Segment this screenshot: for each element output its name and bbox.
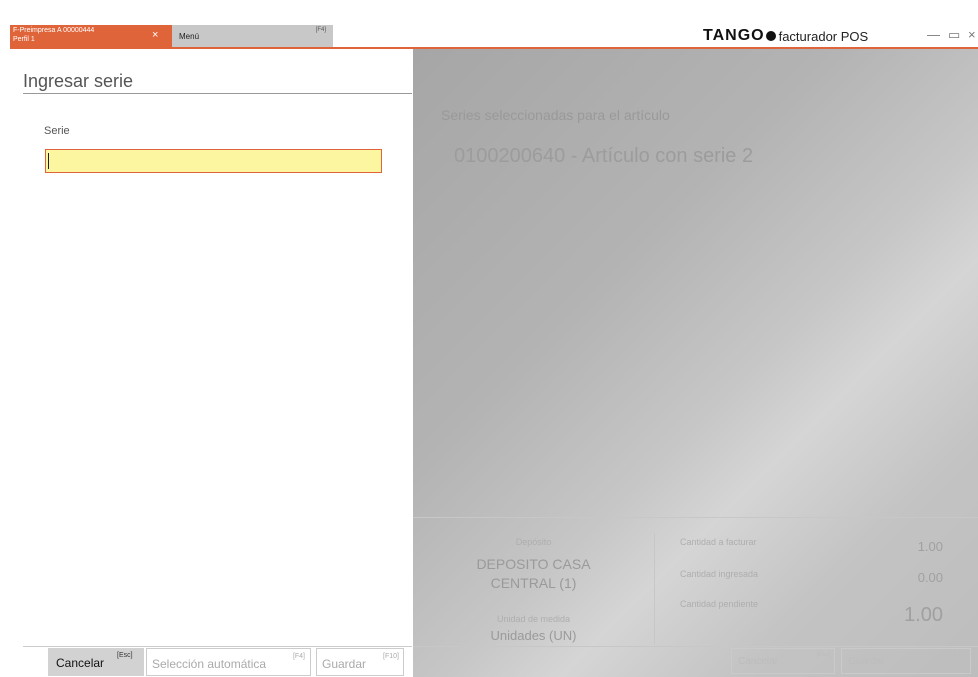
maximize-icon[interactable]: ▭ [948, 28, 960, 42]
unidad-value: Unidades (UN) [490, 628, 577, 643]
selected-series-overlay: Series seleccionadas para el artículo 01… [413, 49, 978, 677]
auto-select-label: Selección automática [152, 657, 267, 671]
serie-entry-panel: Ingresar serie Serie Cancelar [Esc] Sele… [10, 49, 413, 677]
overlay-cancel-label: Cancelar [738, 656, 779, 667]
auto-select-shortcut: [F4] [292, 653, 305, 660]
article-title: 0100200640 - Artículo con serie 2 [454, 145, 754, 167]
cancel-shortcut: [Esc] [117, 652, 133, 659]
tab-menu-label: Menú [179, 32, 200, 41]
overlay-save-shortcut: [F10] [952, 652, 966, 658]
tab-menu[interactable]: Menú [F4] [172, 25, 333, 47]
tango-logo-text: TANGO [703, 27, 765, 44]
cantidad-ingresada-value: 0.00 [917, 570, 943, 585]
deposito-value-line2: CENTRAL (1) [490, 575, 577, 591]
panel-title: Ingresar serie [23, 71, 134, 91]
serie-input[interactable] [45, 149, 382, 173]
serie-label: Serie [44, 125, 70, 137]
save-button[interactable]: Guardar [F10] [316, 648, 404, 676]
cancel-button[interactable]: Cancelar [Esc] [48, 648, 144, 676]
deposito-label: Depósito [515, 537, 552, 547]
tab-invoice-profile: Perfil 1 [13, 36, 35, 43]
cantidad-ingresada-label: Cantidad ingresada [680, 569, 759, 579]
overlay-cancel-button: Cancelar [Esc] [731, 648, 835, 674]
cantidad-facturar-value: 1.00 [917, 539, 943, 554]
summary-divider [654, 533, 655, 645]
footer-divider [23, 646, 412, 647]
product-name: facturador POS [778, 28, 869, 44]
deposito-value-line1: DEPOSITO CASA [476, 556, 591, 572]
auto-select-button[interactable]: Selección automática [F4] [146, 648, 311, 676]
cantidad-pendiente-label: Cantidad pendiente [680, 599, 759, 609]
cancel-button-label: Cancelar [56, 656, 105, 670]
footer-buttons-divider [413, 646, 978, 647]
tab-invoice-title: F-Preimpresa A 00000444 [13, 27, 95, 34]
title-bar: F-Preimpresa A 00000444 Perfil 1 × Menú … [0, 0, 978, 49]
minimize-icon[interactable]: — [927, 28, 940, 42]
section-title: Series seleccionadas para el artículo [441, 107, 670, 123]
overlay-save-label: Guardar [848, 656, 885, 667]
close-window-icon[interactable]: × [968, 28, 976, 42]
tab-invoice[interactable]: F-Preimpresa A 00000444 Perfil 1 × [10, 25, 172, 47]
save-button-label: Guardar [322, 657, 367, 671]
title-divider [23, 93, 412, 94]
cantidad-facturar-label: Cantidad a facturar [680, 537, 757, 547]
text-cursor [48, 153, 49, 169]
save-shortcut: [F10] [383, 653, 399, 660]
unidad-label: Unidad de medida [496, 614, 571, 624]
overlay-cancel-shortcut: [Esc] [816, 652, 830, 658]
tab-menu-shortcut: [F4] [315, 27, 326, 33]
tab-close-icon[interactable]: × [152, 30, 158, 41]
overlay-save-button: Guardar [F10] [841, 648, 971, 674]
logo-dot-icon [765, 31, 776, 41]
cantidad-pendiente-value: 1.00 [904, 604, 943, 626]
brand-logo: TANGO facturador POS [703, 26, 868, 46]
tab-strip: F-Preimpresa A 00000444 Perfil 1 × Menú … [10, 25, 333, 47]
